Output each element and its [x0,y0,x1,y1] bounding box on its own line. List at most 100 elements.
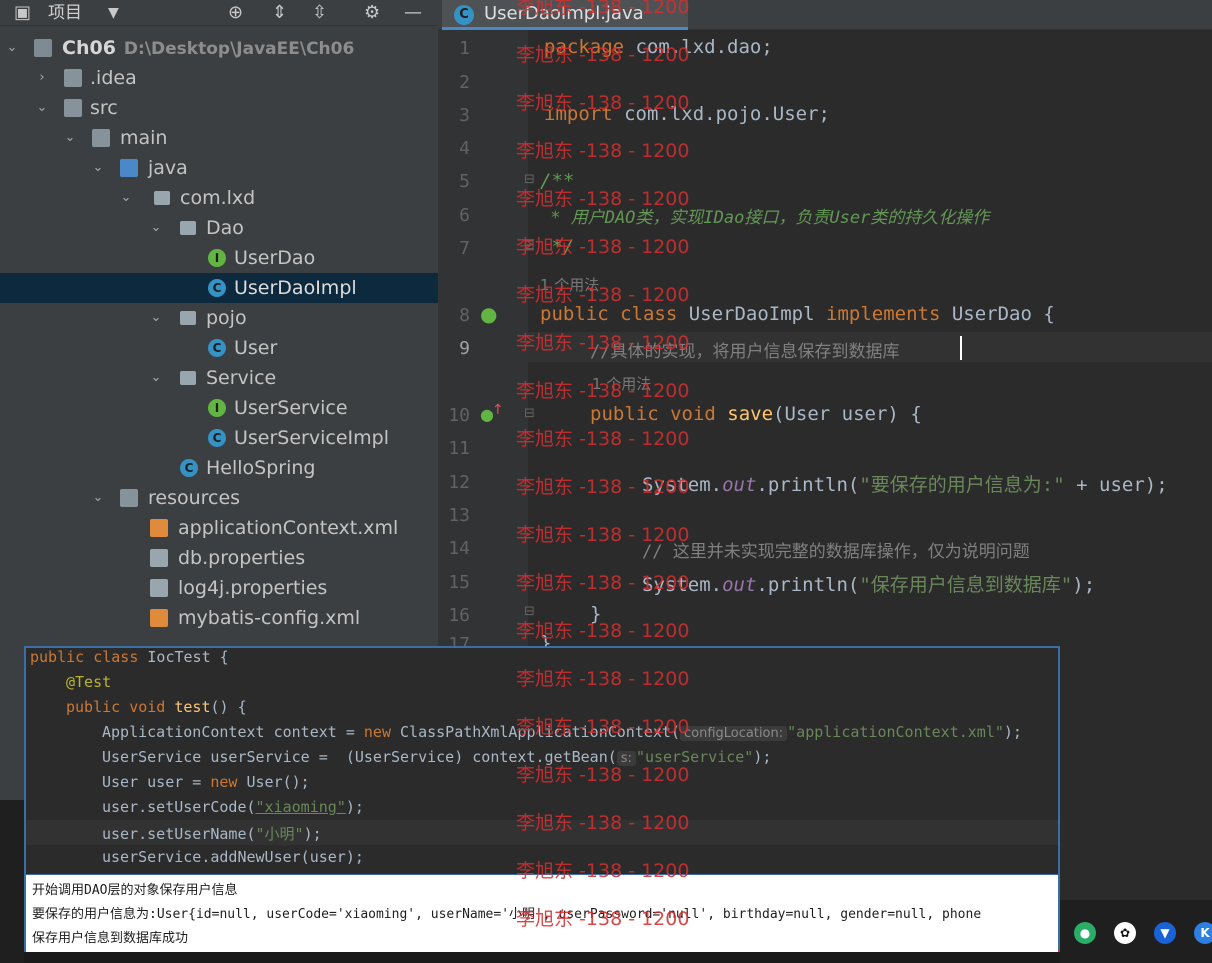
tree-item-label: com.lxd [180,187,256,209]
watermark: 李旭东 -138 - 1200 [516,380,690,402]
watermark: 李旭东 -138 - 1200 [516,524,690,546]
package-icon [154,191,170,205]
tree-item-label: User [234,337,278,359]
folder-icon [92,129,110,147]
line-number: 16 [448,605,470,626]
tree-item-label: log4j.properties [178,577,328,599]
tree-item-userservice[interactable]: I UserService [0,393,438,423]
tree-item-label: UserServiceImpl [234,427,389,449]
line-number: 11 [448,438,470,459]
gear-icon[interactable]: ⚙ [364,2,380,24]
watermark: 李旭东 -138 - 1200 [516,428,690,450]
watermark: 李旭东 -138 - 1200 [516,764,690,786]
code-line[interactable]: public class IocTest { [30,648,229,666]
tree-item-service[interactable]: ⌄ Service [0,363,438,393]
tree-item-label: main [120,127,168,149]
tree-item-dao[interactable]: ⌄ Dao [0,213,438,243]
tree-item-label: applicationContext.xml [178,517,399,539]
locate-icon[interactable]: ⊕ [228,2,243,24]
tree-item-userdao[interactable]: I UserDao [0,243,438,273]
chevron-down-icon[interactable]: ▼ [108,2,119,24]
tree-item-pojo[interactable]: ⌄ pojo [0,303,438,333]
class-icon: C [180,459,198,477]
code-text: ); [1003,723,1022,741]
tree-item-applicationcontext[interactable]: applicationContext.xml [0,513,438,543]
code-text: IocTest { [138,648,229,666]
chevron-down-icon[interactable]: ⌄ [34,93,50,123]
collapse-all-icon[interactable]: ⇳ [312,2,327,24]
code-text: ); [303,825,322,843]
tree-item-main[interactable]: ⌄ main [0,123,438,153]
code-string: "applicationContext.xml" [787,723,1004,741]
xml-file-icon [150,609,168,627]
folder-icon [64,99,82,117]
line-number: 2 [459,72,470,93]
implementation-marker-icon[interactable]: ● [480,302,497,326]
tree-item-userserviceimpl[interactable]: C UserServiceImpl [0,423,438,453]
tree-item-idea[interactable]: › .idea [0,63,438,93]
package-icon [180,311,196,325]
tree-item-label: mybatis-config.xml [178,607,361,629]
code-static: out [722,574,757,596]
watermark: 李旭东 -138 - 1200 [516,236,690,258]
line-number: 14 [448,538,470,559]
watermark: 李旭东 -138 - 1200 [516,860,690,882]
tree-item-hellospring[interactable]: C HelloSpring [0,453,438,483]
wechat-icon[interactable]: ● [1074,922,1096,944]
minimize-icon[interactable]: — [404,2,422,24]
code-line[interactable]: user.setUserCode("xiaoming"); [102,798,364,816]
code-string: "要保存的用户信息为:" [859,474,1065,496]
chevron-down-icon[interactable]: ⌄ [4,33,20,63]
chevron-right-icon[interactable]: › [34,63,50,93]
tree-item-log4j-properties[interactable]: log4j.properties [0,573,438,603]
project-title[interactable]: 项目 [48,2,82,24]
source-folder-icon [120,159,138,177]
chevron-down-icon[interactable]: ⌄ [148,303,164,333]
tree-item-db-properties[interactable]: db.properties [0,543,438,573]
chevron-down-icon[interactable]: ⌄ [118,183,134,213]
code-annotation[interactable]: @Test [66,673,111,691]
fold-icon[interactable]: ⊟ [524,406,535,421]
code-text: User user = [102,773,211,791]
code-line[interactable]: user.setUserName("小明"); [102,823,322,844]
tree-item-com-lxd[interactable]: ⌄ com.lxd [0,183,438,213]
tree-item-resources[interactable]: ⌄ resources [0,483,438,513]
shield-icon[interactable]: ▼ [1154,922,1176,944]
properties-file-icon [150,549,168,567]
tree-item-src[interactable]: ⌄ src [0,93,438,123]
code-line[interactable]: public void test() { [66,698,247,716]
code-line-14[interactable]: // 这里并未实现完整的数据库操作，仅为说明问题 [642,537,1030,562]
code-line[interactable]: userService.addNewUser(user); [102,848,364,866]
interface-icon: I [208,249,226,267]
code-function: save [715,403,774,425]
tree-item-userdaoimpl[interactable]: C UserDaoImpl [0,273,438,303]
watermark: 李旭东 -138 - 1200 [516,140,690,162]
code-line[interactable]: User user = new User(); [102,773,310,791]
code-string: "保存用户信息到数据库" [859,574,1073,596]
tree-item-label: src [90,97,118,119]
code-keyword: public void [66,698,166,716]
project-view-icon[interactable]: ▣ [14,2,31,24]
expand-all-icon[interactable]: ⇕ [272,2,287,24]
code-text: ); [345,798,364,816]
xml-file-icon [150,519,168,537]
package-icon [180,221,196,235]
chevron-down-icon[interactable]: ⌄ [148,213,164,243]
tree-item-mybatis-config[interactable]: mybatis-config.xml [0,603,438,633]
code-line-15[interactable]: System.out.println("保存用户信息到数据库"); [642,570,1095,597]
code-line-12[interactable]: System.out.println("要保存的用户信息为:" + user); [642,470,1168,497]
code-text: () { [210,698,247,716]
tree-item-user[interactable]: C User [0,333,438,363]
app-icon[interactable]: ✿ [1114,922,1136,944]
line-number: 4 [459,138,470,159]
chevron-down-icon[interactable]: ⌄ [90,153,106,183]
chevron-down-icon[interactable]: ⌄ [90,483,106,513]
tree-item-label: HelloSpring [206,457,316,479]
tree-item-java[interactable]: ⌄ java [0,153,438,183]
code-static: out [722,474,757,496]
chevron-down-icon[interactable]: ⌄ [148,363,164,393]
code-line-10[interactable]: public void save(User user) { [590,403,922,425]
chevron-down-icon[interactable]: ⌄ [62,123,78,153]
k-app-icon[interactable]: K [1194,922,1212,944]
tree-root[interactable]: ⌄ Ch06 D:\Desktop\JavaEE\Ch06 [0,33,438,63]
